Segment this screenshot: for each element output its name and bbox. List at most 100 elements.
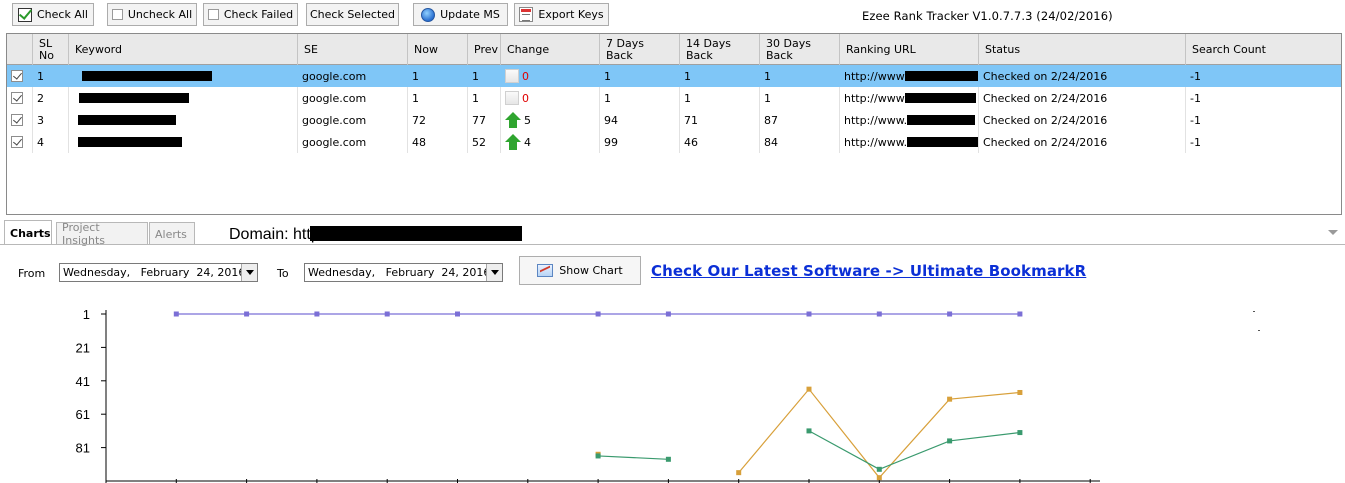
table-row[interactable]: 3 google.com 72 77 5 94 71 87 http://www. Checked… [7,109,1341,131]
y-tick-label: 61 [76,407,90,422]
tab-charts[interactable]: Charts [4,220,52,245]
row-checkbox[interactable] [11,70,23,82]
to-label: To [277,267,289,280]
data-point [947,396,953,402]
chevron-down-icon[interactable] [486,264,502,281]
series-line [598,455,669,460]
table-row[interactable]: 1 google.com 1 1 0 1 1 1 http://www Checked on 2/… [7,65,1341,87]
header-search-count-label: Search Count [1192,42,1266,56]
header-keyword-label: Keyword [75,42,122,56]
uncheck-all-label: Uncheck All [127,8,193,21]
uncheck-all-button[interactable]: Uncheck All [107,3,197,26]
sl-no-cell: 3 [33,109,69,131]
data-point [314,311,320,317]
table-row[interactable]: 4 google.com 48 52 4 99 46 84 http://www. Checked… [7,131,1341,153]
checkbox-empty-icon [111,9,123,20]
row-checkbox[interactable] [11,92,23,104]
header-7-days-label: 7 Days Back [606,36,644,62]
header-now-label: Now [414,42,438,56]
show-chart-button[interactable]: Show Chart [519,256,641,285]
row-checkbox[interactable] [11,114,23,126]
check-selected-button[interactable]: Check Selected [306,3,399,26]
header-keyword[interactable]: Keyword [69,34,298,65]
keyword-redacted [78,137,182,147]
to-date-picker[interactable]: Wednesday, February 24, 2016 [304,263,503,282]
update-ms-label: Update MS [440,8,500,21]
tab-alerts[interactable]: Alerts [149,222,195,245]
no-change-icon [505,69,519,83]
check-failed-label: Check Failed [223,8,294,21]
export-keys-label: Export Keys [538,8,604,21]
keyword-cell [69,65,298,87]
prev-cell: 77 [468,109,501,131]
change-cell: 4 [501,131,600,153]
tab-project-insights[interactable]: Project Insights [56,221,148,247]
grid-header: SL No Keyword SE Now Prev Change 7 Days … [7,34,1341,65]
header-change[interactable]: Change [501,34,600,65]
y-tick-label: 41 [76,374,90,389]
data-point [736,470,742,476]
check-failed-button[interactable]: Check Failed [203,3,298,26]
promo-link[interactable]: Check Our Latest Software -> Ultimate Bo… [651,262,1086,280]
header-status[interactable]: Status [979,34,1186,65]
data-point [947,438,953,444]
from-date-picker[interactable]: Wednesday, February 24, 2016 [59,263,258,282]
days7-cell: 99 [600,131,680,153]
url-redacted [904,71,978,81]
header-search-count[interactable]: Search Count [1186,34,1341,65]
header-7-days-back[interactable]: 7 Days Back [600,34,680,65]
days14-cell: 46 [680,131,760,153]
keyword-redacted [82,71,212,81]
table-row[interactable]: 2 google.com 1 1 0 1 1 1 http://www Checked on 2/… [7,87,1341,109]
change-value: 0 [522,69,529,83]
change-cell: 5 [501,109,600,131]
y-tick-label: 1 [83,307,90,322]
globe-refresh-icon [421,7,436,22]
bottom-tabs: Charts Project Insights Alerts [0,220,1345,247]
header-checkbox-column[interactable] [7,34,33,65]
sl-no-cell: 4 [33,131,69,153]
keywords-grid[interactable]: SL No Keyword SE Now Prev Change 7 Days … [6,33,1342,215]
export-keys-button[interactable]: Export Keys [514,3,609,26]
days30-cell: 1 [760,65,840,87]
days14-cell: 1 [680,87,760,109]
ranking-url-value: http://www [844,91,905,105]
y-tick-label: 21 [76,340,90,355]
row-checkbox[interactable] [11,136,23,148]
data-point [1017,389,1023,395]
header-sl-no[interactable]: SL No [33,34,69,65]
row-checkbox-cell [7,109,33,131]
check-all-button[interactable]: Check All [12,3,94,26]
chevron-down-icon[interactable] [241,264,257,281]
collapse-arrow-icon[interactable] [1328,230,1338,235]
search-count-cell: -1 [1186,65,1341,87]
header-prev[interactable]: Prev [468,34,501,65]
header-ranking-url[interactable]: Ranking URL [840,34,979,65]
se-cell: google.com [298,131,408,153]
url-redacted [907,115,976,125]
header-now[interactable]: Now [408,34,468,65]
line-chart-icon [537,264,554,277]
ranking-url-cell: http://www [840,87,979,109]
change-value: 4 [524,135,531,149]
header-30-days-back[interactable]: 30 Days Back [760,34,840,65]
data-point [665,311,671,317]
sl-no-cell: 1 [33,65,69,87]
data-point [384,311,390,317]
data-point [595,311,601,317]
to-date-value: Wednesday, February 24, 2016 [308,266,491,279]
header-status-label: Status [985,42,1021,56]
header-14-days-back[interactable]: 14 Days Back [680,34,760,65]
series-line [808,430,1020,470]
export-document-icon [519,7,534,22]
no-change-icon [505,91,519,105]
show-chart-label: Show Chart [559,264,623,277]
status-cell: Checked on 2/24/2016 [979,131,1186,153]
app-title: Ezee Rank Tracker V1.0.7.7.3 (24/02/2016… [862,9,1113,23]
header-sl-no-label: SL No [39,36,54,62]
from-label: From [18,267,46,280]
url-redacted [904,93,976,103]
update-ms-button[interactable]: Update MS [413,3,508,26]
ranking-url-cell: http://www. [840,131,979,153]
header-se[interactable]: SE [298,34,408,65]
